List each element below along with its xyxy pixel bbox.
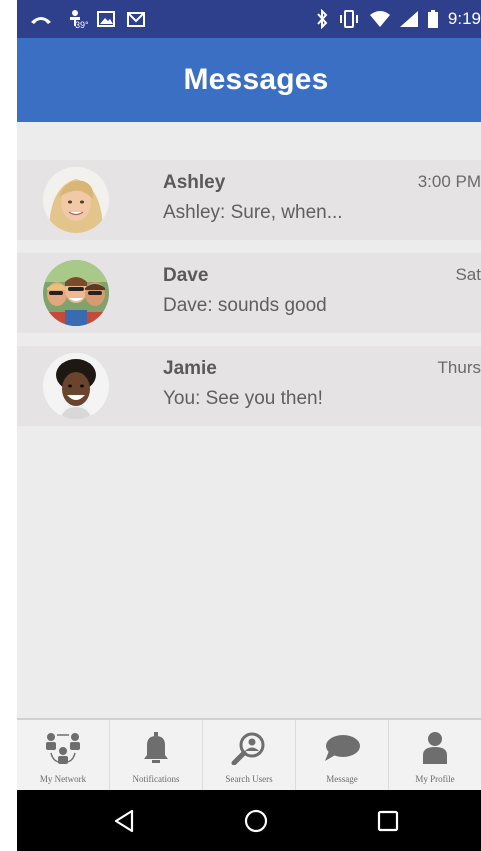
recents-icon[interactable] <box>373 806 403 836</box>
dave-avatar <box>43 260 109 326</box>
conversation-name: Jamie <box>163 358 217 379</box>
conversation-preview: Ashley: Sure, when... <box>163 202 343 223</box>
conversation-preview: Dave: sounds good <box>163 295 327 316</box>
nav-my-profile[interactable]: My Profile <box>389 720 481 790</box>
bell-icon <box>136 728 176 768</box>
search-users-icon <box>229 728 269 768</box>
vibrate-icon <box>338 8 360 30</box>
nav-search-users[interactable]: Search Users <box>203 720 296 790</box>
signal-icon <box>399 8 418 30</box>
nav-label: Notifications <box>132 774 180 784</box>
conversation-time: Thurs <box>437 358 481 377</box>
conversation-preview: You: See you then! <box>163 388 323 409</box>
status-bar: 39° 9:19 <box>17 0 481 38</box>
conversation-list: Ashley Ashley: Sure, when... 3:00 PM Dav… <box>17 160 481 439</box>
system-nav-bar <box>17 790 481 851</box>
gmail-icon <box>127 8 145 30</box>
nav-notifications[interactable]: Notifications <box>110 720 203 790</box>
network-icon <box>43 728 83 768</box>
app-bar: Messages <box>17 38 481 122</box>
wifi-icon <box>369 8 390 30</box>
conversation-time: 3:00 PM <box>417 172 481 191</box>
bluetooth-icon <box>316 8 328 30</box>
conversation-name: Dave <box>163 265 209 286</box>
conversation-row-ashley[interactable]: Ashley Ashley: Sure, when... 3:00 PM <box>17 160 481 240</box>
photo-icon <box>97 8 115 30</box>
nav-message[interactable]: Message <box>296 720 389 790</box>
nav-label: Search Users <box>225 774 273 784</box>
conversation-time: Sat <box>455 265 481 284</box>
nav-label: My Network <box>39 774 87 784</box>
ashley-avatar <box>43 167 109 233</box>
weather-icon: 39° <box>65 8 89 30</box>
nav-label: My Profile <box>415 774 455 784</box>
conversation-name: Ashley <box>163 172 226 193</box>
page-title: Messages <box>183 63 329 96</box>
conversation-row-jamie[interactable]: Jamie You: See you then! Thurs <box>17 346 481 426</box>
missed-call-icon <box>29 8 53 30</box>
chat-bubble-icon <box>322 728 362 768</box>
status-bar-left: 39° <box>29 8 145 30</box>
temperature-text: 39° <box>75 20 89 30</box>
status-time: 9:19 <box>447 9 481 28</box>
phone-screen: 39° 9:19 Messages Ashley Ashley: Sure, w… <box>17 0 481 851</box>
profile-icon <box>415 728 455 768</box>
battery-icon <box>427 8 438 30</box>
jamie-avatar <box>43 353 109 419</box>
conversation-row-dave[interactable]: Dave Dave: sounds good Sat <box>17 253 481 333</box>
home-icon[interactable] <box>241 806 271 836</box>
status-bar-right: 9:19 <box>316 8 481 30</box>
nav-my-network[interactable]: My Network <box>17 720 110 790</box>
nav-label: Message <box>326 774 358 784</box>
back-icon[interactable] <box>109 806 139 836</box>
bottom-nav: My Network Notifications Search Users Me… <box>17 718 481 790</box>
